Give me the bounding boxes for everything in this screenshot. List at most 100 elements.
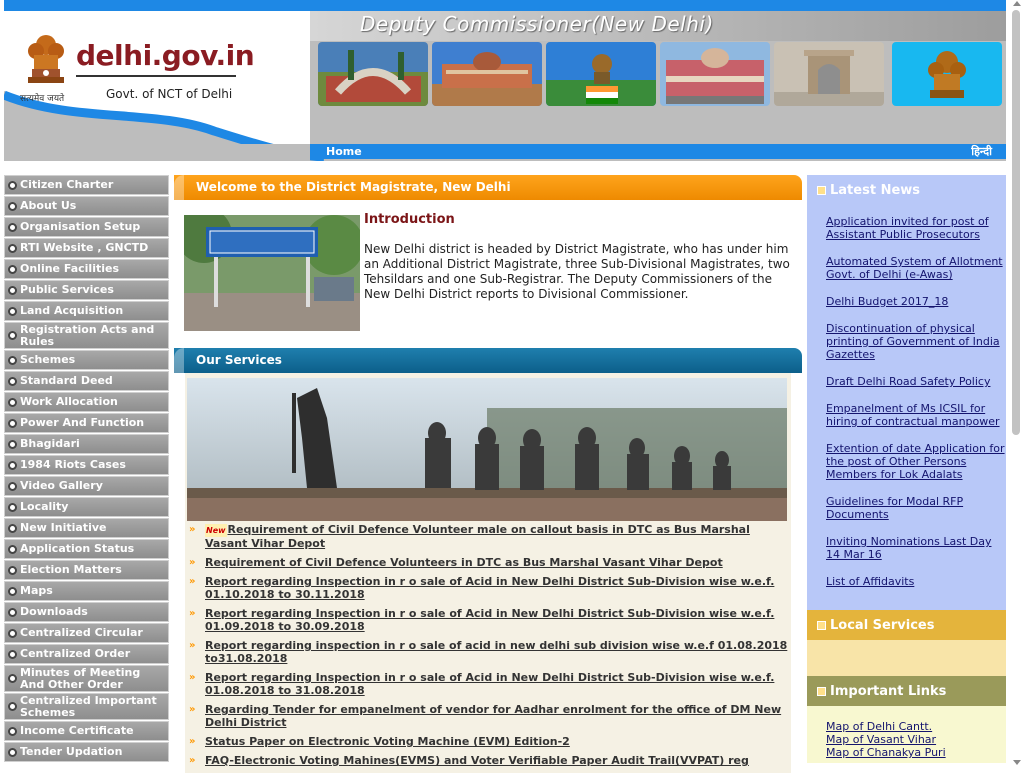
radio-bullet-icon [8,674,17,683]
services-section: » New Requirement of Civil Defence Volunte… [185,373,791,773]
news-link[interactable]: Empanelment of Ms ICSIL for hiring of co… [826,402,1006,428]
news-link[interactable]: List of Affidavits [826,575,1006,588]
service-link[interactable]: Status Paper on Electronic Voting Machin… [205,735,570,748]
left-menu-item-label: Public Services [20,283,114,296]
left-menu-item-label: Registration Acts and Rules [20,322,155,348]
scroll-down-arrow-icon[interactable] [1013,760,1021,765]
left-menu-item[interactable]: Online Facilities [4,259,169,279]
radio-bullet-icon [8,264,17,274]
left-menu-item-label: Land Acquisition [20,304,124,317]
news-link[interactable]: Draft Delhi Road Safety Policy [826,375,1006,388]
left-menu-item-label: Downloads [20,605,88,618]
news-link[interactable]: Application invited for post of Assistan… [826,215,1006,241]
left-menu-item[interactable]: Downloads [4,602,169,622]
left-menu-item-label: Locality [20,500,69,513]
left-menu-item[interactable]: Centralized Important Schemes [4,693,169,720]
left-menu-item[interactable]: Land Acquisition [4,301,169,321]
services-list: » New Requirement of Civil Defence Volunte… [185,523,791,773]
local-services-header: Local Services [807,610,1006,640]
left-menu-item[interactable]: Organisation Setup [4,217,169,237]
left-menu-item[interactable]: Registration Acts and Rules [4,322,169,349]
left-menu-item[interactable]: Income Certificate [4,721,169,741]
left-menu-item[interactable]: Centralized Circular [4,623,169,643]
welcome-header: Welcome to the District Magistrate, New … [174,175,802,200]
banner-photo-lotus-monument [318,42,428,106]
left-menu-item[interactable]: Election Matters [4,560,169,580]
welcome-heading: Welcome to the District Magistrate, New … [196,180,511,194]
left-menu-item[interactable]: Locality [4,497,169,517]
left-menu-item[interactable]: Video Gallery [4,476,169,496]
service-link[interactable]: Report regarding Inspection in r o sale … [205,607,774,633]
latest-news-header: Latest News [807,175,1006,205]
left-menu-item[interactable]: New Initiative [4,518,169,538]
new-badge-icon: New [205,524,227,537]
left-menu-item-label: RTI Website , GNCTD [20,241,149,254]
service-link[interactable]: Regarding Tender for empanelment of vend… [205,703,781,729]
left-menu-item[interactable]: Schemes [4,350,169,370]
left-menu: Citizen Charter About Us Organisation Setu… [4,175,169,763]
square-bullet-icon [817,185,826,195]
department-title: Deputy Commissioner(New Delhi) [360,12,714,36]
news-link[interactable]: Extention of date Application for the po… [826,442,1006,481]
site-name: delhi.gov.in [76,39,255,72]
news-link[interactable]: Guidelines for Modal RFP Documents [826,495,1006,521]
left-menu-item-label: Schemes [20,353,76,366]
news-link[interactable]: Automated System of Allotment Govt. of D… [826,255,1006,281]
left-menu-item[interactable]: Tender Updation [4,742,169,762]
news-link[interactable]: Discontinuation of physical printing of … [826,322,1006,361]
services-heading: Our Services [196,353,282,367]
radio-bullet-icon [8,726,17,736]
double-arrow-icon: » [189,524,196,535]
service-link[interactable]: Report regarding Inspection in r o sale … [205,671,774,697]
left-menu-item[interactable]: Standard Deed [4,371,169,391]
nav-hindi-link[interactable]: हिन्दी [971,144,992,159]
nav-home-link[interactable]: Home [326,145,362,158]
left-menu-item[interactable]: Public Services [4,280,169,300]
service-link[interactable]: Requirement of Civil Defence Volunteer m… [205,523,750,550]
left-menu-item[interactable]: Power And Function [4,413,169,433]
radio-bullet-icon [8,418,17,428]
radio-bullet-icon [8,439,17,449]
service-link[interactable]: Report regarding Inspection in r o sale … [205,575,774,601]
left-menu-item[interactable]: Application Status [4,539,169,559]
left-menu-item[interactable]: RTI Website , GNCTD [4,238,169,258]
left-menu-item[interactable]: About Us [4,196,169,216]
radio-bullet-icon [8,649,17,659]
radio-bullet-icon [8,306,17,316]
service-link[interactable]: Report regarding inspection in r o sale … [205,639,787,665]
double-arrow-icon: » [189,640,196,651]
radio-bullet-icon [8,180,17,190]
service-link[interactable]: Requirement of Civil Defence Volunteers … [205,556,723,569]
news-link[interactable]: Inviting Nominations Last Day 14 Mar 16 [826,535,1006,561]
radio-bullet-icon [8,523,17,533]
important-link[interactable]: Map of Vasant Vihar [826,733,1006,746]
double-arrow-icon: » [189,608,196,619]
service-item: » Report regarding Inspection in r o sale… [185,575,791,601]
news-link[interactable]: Delhi Budget 2017_18 [826,295,1006,308]
service-item: » Regarding Tender for empanelment of ven… [185,703,791,729]
left-menu-item[interactable]: Bhagidari [4,434,169,454]
radio-bullet-icon [8,628,17,638]
banner-photo-emblem-blue [892,42,1002,106]
left-menu-item[interactable]: Centralized Order [4,644,169,664]
left-menu-item[interactable]: 1984 Riots Cases [4,455,169,475]
scrollbar-thumb[interactable] [1012,10,1020,435]
local-services-body [807,640,1006,676]
left-menu-item[interactable]: Minutes of Meeting And Other Order [4,665,169,692]
double-arrow-icon: » [189,736,196,747]
left-menu-item-label: Application Status [20,542,135,555]
page-scrollbar[interactable] [1009,0,1024,768]
header-tab-decoration [174,348,184,373]
service-link[interactable]: FAQ-Electronic Voting Mahines(EVMS) and … [205,754,749,767]
radio-bullet-icon [8,222,17,232]
scroll-up-arrow-icon[interactable] [1013,1,1021,6]
left-menu-item-label: Video Gallery [20,479,103,492]
important-link[interactable]: Map of Delhi Cantt. [826,720,1006,733]
left-menu-item[interactable]: Citizen Charter [4,175,169,195]
radio-bullet-icon [8,607,17,617]
left-menu-item-label: Tender Updation [20,745,123,758]
left-menu-item[interactable]: Work Allocation [4,392,169,412]
left-menu-item-label: Election Matters [20,563,122,576]
important-link[interactable]: Map of Chanakya Puri [826,746,1006,759]
left-menu-item[interactable]: Maps [4,581,169,601]
